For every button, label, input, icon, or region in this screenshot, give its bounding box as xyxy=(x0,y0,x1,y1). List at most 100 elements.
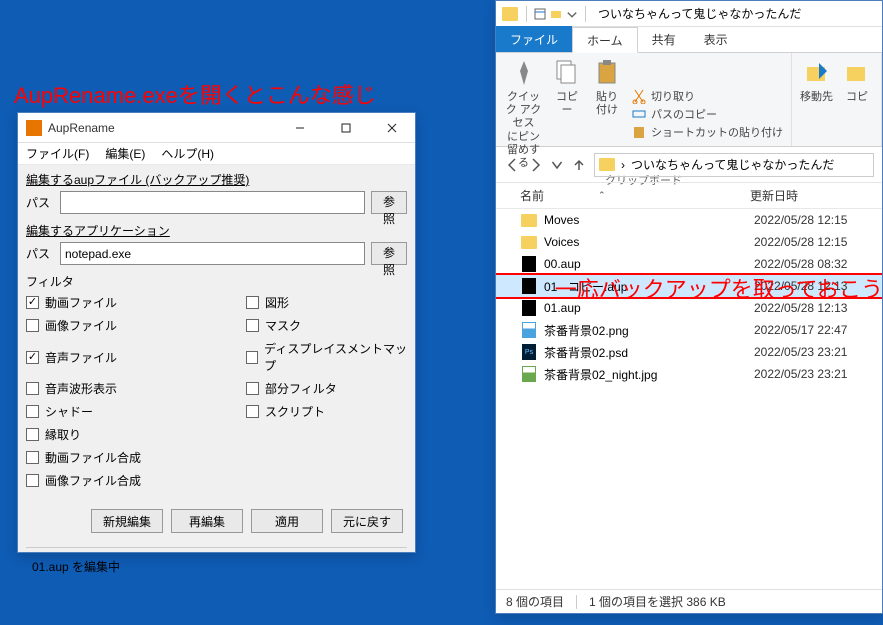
group-app-label: 編集するアプリケーション xyxy=(26,222,407,239)
nav-recent-icon[interactable] xyxy=(548,156,566,174)
reedit-button[interactable]: 再編集 xyxy=(171,509,243,533)
file-row[interactable]: Moves2022/05/28 12:15 xyxy=(496,209,882,231)
breadcrumb-sep: › xyxy=(621,158,625,172)
file-list: Moves2022/05/28 12:15Voices2022/05/28 12… xyxy=(496,209,882,589)
ribbon-move-to[interactable]: 移動先 xyxy=(800,57,833,130)
maximize-button[interactable] xyxy=(323,113,369,142)
jpg-icon xyxy=(520,366,538,382)
ribbon-paste-shortcut[interactable]: ショートカットの貼り付け xyxy=(631,124,783,140)
checkbox-audio[interactable]: 音声ファイル xyxy=(26,340,246,374)
breadcrumb-current[interactable]: ついなちゃんって鬼じゃなかったんだ xyxy=(631,156,834,173)
auprename-window: AupRename ファイル(F) 編集(E) ヘルプ(H) 編集するaupファ… xyxy=(17,112,416,553)
minimize-button[interactable] xyxy=(277,113,323,142)
nav-forward-icon[interactable] xyxy=(526,156,544,174)
file-date: 2022/05/28 12:15 xyxy=(754,213,847,227)
sort-caret-icon: ⌃ xyxy=(598,190,606,201)
app-browse-button[interactable]: 参照 xyxy=(371,242,407,265)
explorer-window: ついなちゃんって鬼じゃなかったんだ ファイル ホーム 共有 表示 クイック アク… xyxy=(495,0,883,614)
checkbox-image[interactable]: 画像ファイル xyxy=(26,317,246,334)
checkbox-video-comp[interactable]: 動画ファイル合成 xyxy=(26,449,246,466)
statusbar: 8 個の項目 1 個の項目を選択 386 KB xyxy=(496,589,882,613)
explorer-titlebar[interactable]: ついなちゃんって鬼じゃなかったんだ xyxy=(496,1,882,27)
nav-back-icon[interactable] xyxy=(504,156,522,174)
explorer-window-title: ついなちゃんって鬼じゃなかったんだ xyxy=(598,5,801,22)
file-date: 2022/05/17 22:47 xyxy=(754,323,847,337)
qat-new-folder-icon[interactable] xyxy=(549,7,563,21)
new-edit-button[interactable]: 新規編集 xyxy=(91,509,163,533)
checkbox-image-comp[interactable]: 画像ファイル合成 xyxy=(26,472,246,489)
file-date: 2022/05/23 23:21 xyxy=(754,345,847,359)
ribbon-copy-to[interactable]: コピ xyxy=(841,57,873,130)
file-name: Voices xyxy=(544,235,754,249)
menubar: ファイル(F) 編集(E) ヘルプ(H) xyxy=(18,143,415,165)
file-name: 茶番背景02.png xyxy=(544,322,754,339)
status-selection: 1 個の項目を選択 386 KB xyxy=(589,593,726,610)
file-date: 2022/05/23 23:21 xyxy=(754,367,847,381)
app-path-input[interactable] xyxy=(60,242,365,265)
psd-icon: Ps xyxy=(520,344,538,360)
menu-file[interactable]: ファイル(F) xyxy=(26,145,89,162)
file-date: 2022/05/28 08:32 xyxy=(754,257,847,271)
file-name: 茶番背景02.psd xyxy=(544,344,754,361)
ribbon: クイック アクセス にピン留めする コピー 貼り付け 切り取り パスのコピー シ… xyxy=(496,53,882,147)
checkbox-waveform[interactable]: 音声波形表示 xyxy=(26,380,246,397)
address-bar-row: › ついなちゃんって鬼じゃなかったんだ xyxy=(496,147,882,183)
address-bar[interactable]: › ついなちゃんって鬼じゃなかったんだ xyxy=(594,153,874,177)
checkbox-mask[interactable]: マスク xyxy=(246,317,407,334)
checkbox-displacement[interactable]: ディスプレイスメントマップ xyxy=(246,340,407,374)
folder-icon xyxy=(502,7,518,21)
file-row[interactable]: 茶番背景02.png2022/05/17 22:47 xyxy=(496,319,882,341)
group-aup-label: 編集するaupファイル (バックアップ推奨) xyxy=(26,171,407,188)
file-name: 00.aup xyxy=(544,257,754,271)
checkbox-video[interactable]: 動画ファイル xyxy=(26,294,246,311)
tab-file[interactable]: ファイル xyxy=(496,26,572,52)
window-title: AupRename xyxy=(48,121,277,135)
tab-view[interactable]: 表示 xyxy=(690,26,742,52)
column-name[interactable]: 名前⌃ xyxy=(496,187,750,204)
path-label-2: パス xyxy=(26,245,54,262)
status-item-count: 8 個の項目 xyxy=(506,593,564,610)
png-icon xyxy=(520,322,538,338)
status-text: 01.aup を編集中 xyxy=(26,547,407,585)
filter-label: フィルタ xyxy=(26,273,407,290)
checkbox-shape[interactable]: 図形 xyxy=(246,294,407,311)
folder-icon xyxy=(599,158,615,171)
tab-share[interactable]: 共有 xyxy=(638,26,690,52)
ribbon-tabs: ファイル ホーム 共有 表示 xyxy=(496,27,882,53)
tab-home[interactable]: ホーム xyxy=(572,27,638,53)
menu-help[interactable]: ヘルプ(H) xyxy=(161,145,214,162)
annotation-open-hint: AupRename.exeを開くとこんな感じ xyxy=(14,78,376,110)
checkbox-script[interactable]: スクリプト xyxy=(246,403,407,420)
folder-icon xyxy=(520,234,538,250)
revert-button[interactable]: 元に戻す xyxy=(331,509,403,533)
app-icon xyxy=(26,120,42,136)
checkbox-partial[interactable]: 部分フィルタ xyxy=(246,380,407,397)
file-list-header: 名前⌃ 更新日時 xyxy=(496,183,882,209)
qat-dropdown-icon[interactable] xyxy=(565,7,579,21)
annotation-backup-hint: 一応バックアップを取っておこう xyxy=(555,272,883,304)
nav-up-icon[interactable] xyxy=(570,156,588,174)
close-button[interactable] xyxy=(369,113,415,142)
aup-icon xyxy=(520,300,538,316)
ribbon-copy-path[interactable]: パスのコピー xyxy=(631,106,783,122)
column-date[interactable]: 更新日時 xyxy=(750,187,882,204)
aup-browse-button[interactable]: 参照 xyxy=(371,191,407,214)
menu-edit[interactable]: 編集(E) xyxy=(105,145,145,162)
aup-icon xyxy=(520,256,538,272)
file-name: 茶番背景02_night.jpg xyxy=(544,366,754,383)
path-label: パス xyxy=(26,194,54,211)
aup-icon xyxy=(520,278,538,294)
folder-icon xyxy=(520,212,538,228)
aup-path-input[interactable] xyxy=(60,191,365,214)
file-date: 2022/05/28 12:15 xyxy=(754,235,847,249)
qat-properties-icon[interactable] xyxy=(533,7,547,21)
apply-button[interactable]: 適用 xyxy=(251,509,323,533)
file-name: Moves xyxy=(544,213,754,227)
file-row[interactable]: Voices2022/05/28 12:15 xyxy=(496,231,882,253)
checkbox-border[interactable]: 縁取り xyxy=(26,426,246,443)
file-row[interactable]: Ps 茶番背景02.psd2022/05/23 23:21 xyxy=(496,341,882,363)
titlebar[interactable]: AupRename xyxy=(18,113,415,143)
checkbox-shadow[interactable]: シャドー xyxy=(26,403,246,420)
file-row[interactable]: 茶番背景02_night.jpg2022/05/23 23:21 xyxy=(496,363,882,385)
ribbon-cut[interactable]: 切り取り xyxy=(631,88,783,104)
